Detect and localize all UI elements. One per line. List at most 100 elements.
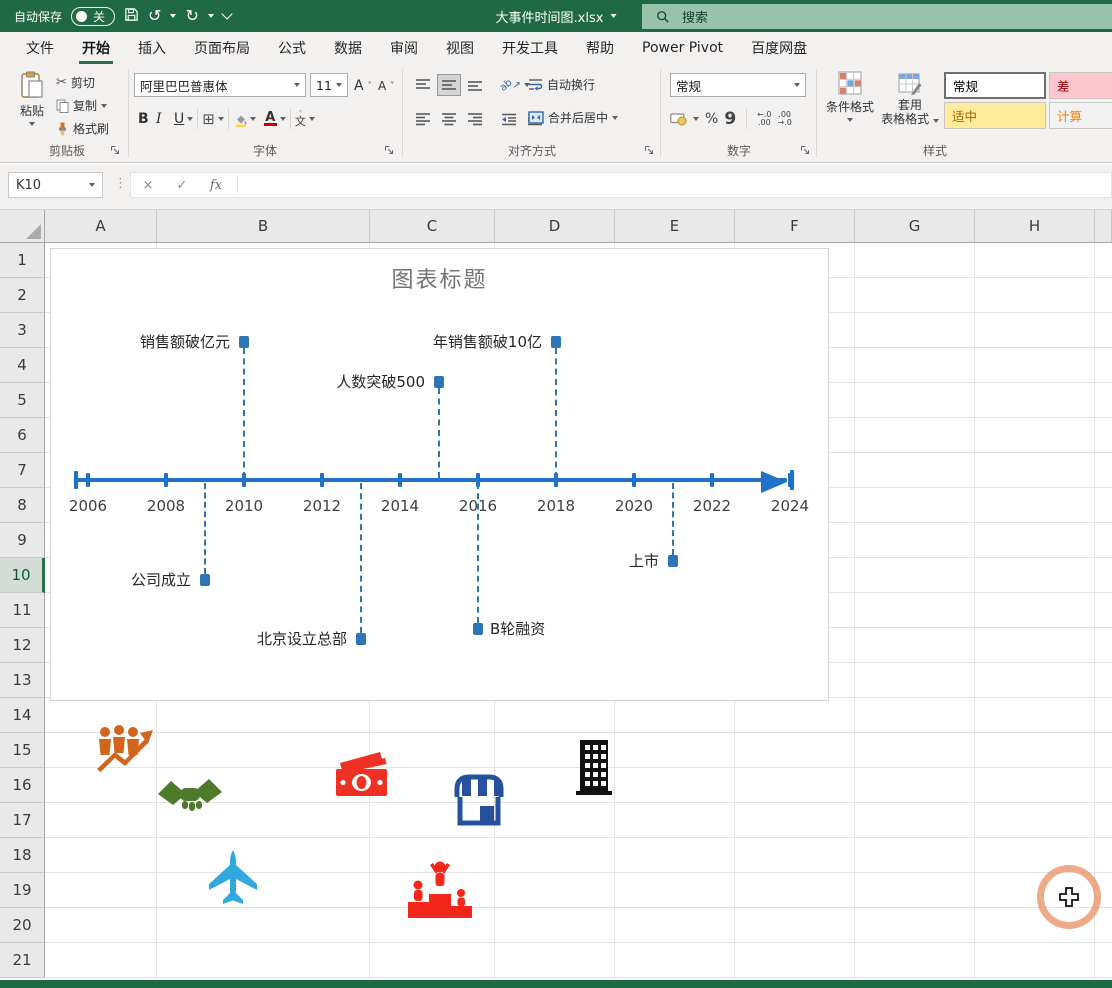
- wrap-text-button[interactable]: 自动换行: [528, 73, 595, 96]
- tab-审阅[interactable]: 审阅: [376, 32, 432, 64]
- cell-style-适中[interactable]: 适中: [944, 102, 1046, 129]
- undo-dropdown[interactable]: [170, 14, 176, 18]
- cell-style-差[interactable]: 差: [1049, 72, 1112, 99]
- orientation-button[interactable]: ab↗: [500, 80, 530, 91]
- redo-button[interactable]: ↻: [185, 8, 198, 24]
- enter-button[interactable]: ✓: [165, 178, 199, 193]
- row-header-3[interactable]: 3: [0, 313, 45, 348]
- row-header-18[interactable]: 18: [0, 838, 45, 873]
- phonetic-dropdown[interactable]: [309, 117, 315, 121]
- align-middle-button[interactable]: [438, 75, 460, 95]
- column-header-B[interactable]: B: [157, 210, 370, 242]
- column-header-partial[interactable]: [1095, 210, 1112, 242]
- row-header-2[interactable]: 2: [0, 278, 45, 313]
- document-title-dropdown[interactable]: [610, 14, 616, 18]
- cut-button[interactable]: ✂剪切: [56, 71, 109, 94]
- storefront-icon[interactable]: [450, 770, 508, 832]
- tab-Power Pivot[interactable]: Power Pivot: [628, 32, 737, 64]
- row-header-10[interactable]: 10: [0, 558, 45, 593]
- row-header-7[interactable]: 7: [0, 453, 45, 488]
- align-top-button[interactable]: [412, 75, 434, 95]
- align-left-button[interactable]: [412, 109, 434, 129]
- clipboard-dialog-launcher[interactable]: [110, 145, 122, 157]
- undo-button[interactable]: ↺: [148, 8, 161, 24]
- underline-dropdown[interactable]: [187, 117, 193, 121]
- tab-公式[interactable]: 公式: [264, 32, 320, 64]
- accounting-dropdown[interactable]: [693, 117, 699, 121]
- alignment-dialog-launcher[interactable]: [644, 145, 656, 157]
- money-icon[interactable]: [330, 750, 392, 802]
- font-name-combo[interactable]: 阿里巴巴普惠体: [134, 73, 306, 97]
- search-input[interactable]: 搜索: [642, 4, 1112, 29]
- copy-dropdown[interactable]: [101, 104, 107, 108]
- tab-开发工具[interactable]: 开发工具: [488, 32, 572, 64]
- format-as-table-dropdown[interactable]: [933, 119, 939, 123]
- row-header-17[interactable]: 17: [0, 803, 45, 838]
- column-header-F[interactable]: F: [735, 210, 855, 242]
- building-icon[interactable]: [570, 738, 618, 800]
- formula-input[interactable]: [242, 173, 1111, 197]
- column-header-D[interactable]: D: [495, 210, 615, 242]
- tab-帮助[interactable]: 帮助: [572, 32, 628, 64]
- redo-dropdown[interactable]: [208, 14, 214, 18]
- fill-color-dropdown[interactable]: [250, 117, 256, 121]
- format-painter-button[interactable]: 格式刷: [56, 117, 109, 140]
- number-format-combo[interactable]: 常规: [670, 73, 806, 97]
- font-color-dropdown[interactable]: [280, 117, 286, 121]
- accounting-format-button[interactable]: [670, 112, 687, 126]
- handshake-icon[interactable]: [158, 772, 222, 824]
- airplane-icon[interactable]: [205, 848, 261, 910]
- row-header-6[interactable]: 6: [0, 418, 45, 453]
- winner-podium-icon[interactable]: [406, 860, 474, 922]
- insert-function-button[interactable]: fx: [199, 178, 233, 193]
- comma-style-button[interactable]: 9: [724, 114, 736, 124]
- tab-开始[interactable]: 开始: [68, 32, 124, 64]
- tab-页面布局[interactable]: 页面布局: [180, 32, 264, 64]
- row-header-19[interactable]: 19: [0, 873, 45, 908]
- timeline-chart[interactable]: 图表标题 20062008201020122014201620182020202…: [50, 248, 829, 701]
- fill-color-button[interactable]: [233, 112, 248, 127]
- underline-button[interactable]: U: [174, 111, 184, 127]
- select-all-button[interactable]: [0, 210, 45, 242]
- align-bottom-button[interactable]: [464, 75, 486, 95]
- column-header-E[interactable]: E: [615, 210, 735, 242]
- align-right-button[interactable]: [464, 109, 486, 129]
- font-size-combo[interactable]: 11: [310, 73, 348, 97]
- paste-button[interactable]: 粘贴: [10, 71, 54, 145]
- increase-decimal-button[interactable]: ←.0.00: [757, 111, 771, 127]
- team-growth-icon[interactable]: [95, 723, 153, 782]
- tab-文件[interactable]: 文件: [12, 32, 68, 64]
- paste-dropdown[interactable]: [29, 122, 35, 126]
- row-header-4[interactable]: 4: [0, 348, 45, 383]
- name-box[interactable]: K10: [8, 172, 103, 198]
- percent-style-button[interactable]: %: [705, 111, 718, 127]
- conditional-formatting-dropdown[interactable]: [847, 118, 853, 122]
- copy-button[interactable]: 复制: [56, 94, 109, 117]
- borders-dropdown[interactable]: [218, 117, 224, 121]
- formula-bar-grip[interactable]: ⋮: [114, 176, 127, 191]
- column-header-C[interactable]: C: [370, 210, 495, 242]
- tab-数据[interactable]: 数据: [320, 32, 376, 64]
- row-header-13[interactable]: 13: [0, 663, 45, 698]
- row-header-16[interactable]: 16: [0, 768, 45, 803]
- increase-font-button[interactable]: A˄: [354, 74, 372, 97]
- row-header-21[interactable]: 21: [0, 943, 45, 978]
- column-header-H[interactable]: H: [975, 210, 1095, 242]
- merge-center-dropdown[interactable]: [612, 116, 618, 120]
- font-color-button[interactable]: A: [264, 112, 277, 127]
- align-center-button[interactable]: [438, 109, 460, 129]
- column-header-G[interactable]: G: [855, 210, 975, 242]
- row-header-8[interactable]: 8: [0, 488, 45, 523]
- tab-百度网盘[interactable]: 百度网盘: [737, 32, 821, 64]
- format-as-table-button[interactable]: 套用表格格式: [880, 71, 940, 149]
- row-header-14[interactable]: 14: [0, 698, 45, 733]
- merge-center-button[interactable]: 合并后居中: [528, 106, 618, 129]
- cancel-button[interactable]: ×: [131, 178, 165, 193]
- save-button[interactable]: [124, 7, 139, 25]
- name-box-dropdown[interactable]: [89, 183, 95, 187]
- cell-style-计算[interactable]: 计算: [1049, 102, 1112, 129]
- row-header-12[interactable]: 12: [0, 628, 45, 663]
- italic-button[interactable]: I: [156, 111, 174, 127]
- cell-style-常规[interactable]: 常规: [944, 72, 1046, 99]
- row-header-11[interactable]: 11: [0, 593, 45, 628]
